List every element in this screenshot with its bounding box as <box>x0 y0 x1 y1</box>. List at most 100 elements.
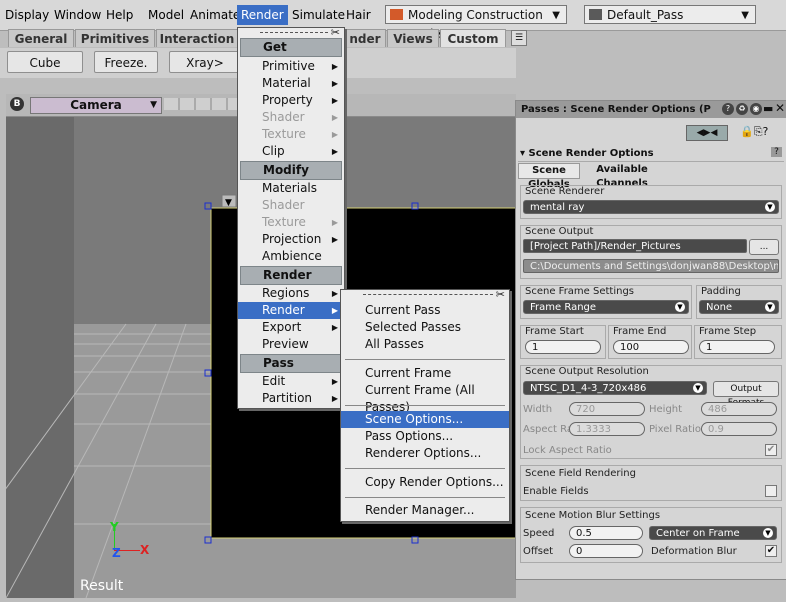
menu-window[interactable]: Window <box>54 8 101 22</box>
viewport-b-icon[interactable]: B <box>10 97 24 111</box>
tab-render[interactable]: nder <box>344 29 386 47</box>
width-input[interactable]: 720 <box>569 402 645 416</box>
scissors-icon[interactable]: ✂ <box>496 288 505 301</box>
pixel-ratio-input[interactable]: 0.9 <box>701 422 777 436</box>
chevron-down-icon: ▼ <box>765 202 775 212</box>
offset-label: Offset <box>523 546 554 557</box>
height-input[interactable]: 486 <box>701 402 777 416</box>
output-path-field[interactable]: [Project Path]/Render_Pictures <box>523 239 747 253</box>
group-frame-settings: Scene Frame Settings Frame Range ▼ <box>520 285 692 319</box>
menu-item-texture[interactable]: Texture ▶ <box>238 126 344 143</box>
speed-input[interactable]: 0.5 <box>569 526 643 540</box>
mode-combo[interactable]: Modeling Construction Mode ▼ <box>385 5 567 41</box>
menu-item-modify-shader[interactable]: Shader <box>238 197 344 214</box>
submenu-arrow-icon: ▶ <box>331 377 338 386</box>
tab-primitives[interactable]: Primitives <box>75 29 155 47</box>
menu-item-current-frame[interactable]: Current Frame <box>341 365 509 382</box>
scene-renderer-dropdown[interactable]: mental ray ▼ <box>523 200 779 214</box>
menu-item-label: Clip <box>262 144 285 158</box>
lock-aspect-checkbox[interactable]: ✔ <box>765 444 777 456</box>
menu-item-modify-texture[interactable]: Texture ▶ <box>238 214 344 231</box>
section-help-icon[interactable]: ? <box>771 147 782 157</box>
tab-available-channels[interactable]: Available Channels <box>582 163 662 189</box>
frame-start-label: Frame Start <box>525 326 584 337</box>
menu-item-label: Property <box>262 93 313 107</box>
menu-item-materials[interactable]: Materials <box>238 180 344 197</box>
submenu-arrow-icon: ▶ <box>331 306 338 315</box>
tab-custom[interactable]: Custom <box>440 29 506 47</box>
menu-animate[interactable]: Animate <box>190 8 240 22</box>
tab-options-icon[interactable]: ☰ <box>511 30 527 46</box>
menu-item-current-pass[interactable]: Current Pass <box>341 302 509 319</box>
menu-item-copy-render-options[interactable]: Copy Render Options... <box>341 474 509 491</box>
menu-item-property[interactable]: Property ▶ <box>238 92 344 109</box>
menu-item-renderer-options[interactable]: Renderer Options... <box>341 445 509 462</box>
group-frame-step: Frame Step 1 <box>694 325 782 359</box>
browse-button[interactable]: ... <box>749 239 779 255</box>
lock-icon[interactable]: ◉ <box>750 103 762 115</box>
render-submenu: ✂ Current Pass Selected Passes All Passe… <box>340 288 510 522</box>
axis-x-label: X <box>140 543 150 557</box>
freeze-button[interactable]: Freeze. <box>94 51 158 73</box>
recycle-icon[interactable]: ♻ <box>736 103 748 115</box>
menu-item-export[interactable]: Export ▶ <box>238 319 344 336</box>
frame-step-input[interactable]: 1 <box>699 340 775 354</box>
offset-input[interactable]: 0 <box>569 544 643 558</box>
menu-item-preview[interactable]: Preview <box>238 336 344 353</box>
section-header[interactable]: ▾ Scene Render Options ? <box>518 147 784 162</box>
menu-render[interactable]: Render <box>237 5 288 25</box>
frame-start-input[interactable]: 1 <box>525 340 601 354</box>
menu-item-partition[interactable]: Partition ▶ <box>238 390 344 407</box>
menu-header-render: Render <box>240 266 342 285</box>
close-icon[interactable]: ✕ <box>775 101 785 115</box>
tab-views[interactable]: Views <box>387 29 439 47</box>
menu-item-projection[interactable]: Projection ▶ <box>238 231 344 248</box>
tearoff-line[interactable] <box>260 32 328 33</box>
tab-general[interactable]: General <box>8 29 74 47</box>
output-formats-button[interactable]: Output Formats <box>713 381 779 408</box>
frame-end-input[interactable]: 100 <box>613 340 689 354</box>
padding-dropdown[interactable]: None ▼ <box>699 300 779 314</box>
frame-settings-dropdown[interactable]: Frame Range ▼ <box>523 300 689 314</box>
help-icon[interactable]: ? <box>722 103 734 115</box>
center-on-frame-dropdown[interactable]: Center on Frame ▼ <box>649 526 777 540</box>
menu-item-render-manager[interactable]: Render Manager... <box>341 502 509 519</box>
tearoff-line[interactable] <box>363 294 493 295</box>
aspect-ratio-input[interactable]: 1.3333 <box>569 422 645 436</box>
menu-simulate[interactable]: Simulate <box>292 8 345 22</box>
menu-item-label: Edit <box>262 374 286 388</box>
panel-nav-icons[interactable]: ◀▶◀ <box>686 125 728 141</box>
pass-combo[interactable]: Default_Pass ▼ <box>584 5 756 24</box>
menu-item-material[interactable]: Material ▶ <box>238 75 344 92</box>
menu-item-label: Regions <box>262 286 310 300</box>
tab-interaction[interactable]: Interaction <box>156 29 238 47</box>
menu-model[interactable]: Model <box>148 8 184 22</box>
menu-hair[interactable]: Hair <box>346 8 371 22</box>
resolution-dropdown[interactable]: NTSC_D1_4-3_720x486 ▼ <box>523 381 707 395</box>
menu-item-render[interactable]: Render ▶ <box>238 302 344 319</box>
menu-item-pass-options[interactable]: Pass Options... <box>341 428 509 445</box>
menu-item-current-frame-all[interactable]: Current Frame (All Passes) <box>341 382 509 414</box>
deformation-blur-checkbox[interactable]: ✔ <box>765 545 777 557</box>
menu-help[interactable]: Help <box>106 8 133 22</box>
menu-item-edit[interactable]: Edit ▶ <box>238 373 344 390</box>
chevron-down-icon: ▼ <box>741 10 749 21</box>
menu-item-all-passes[interactable]: All Passes <box>341 336 509 353</box>
tab-scene-globals[interactable]: Scene Globals <box>518 163 580 190</box>
menu-display[interactable]: Display <box>5 8 49 22</box>
menu-item-primitive[interactable]: Primitive ▶ <box>238 58 344 75</box>
svg-text:▼: ▼ <box>225 198 232 208</box>
minimize-icon[interactable]: ▬ <box>763 102 773 115</box>
menu-item-scene-options[interactable]: Scene Options... <box>341 411 509 428</box>
camera-selector[interactable]: Camera ▼ <box>30 97 162 114</box>
menu-item-selected-passes[interactable]: Selected Passes <box>341 319 509 336</box>
menu-item-ambience[interactable]: Ambience <box>238 248 344 265</box>
cube-button[interactable]: Cube <box>7 51 83 73</box>
xray-button[interactable]: Xray> <box>169 51 241 73</box>
viewport-view-buttons[interactable] <box>164 98 244 110</box>
panel-tool-icons[interactable]: 🔒⎘? <box>740 125 780 139</box>
menu-item-shader[interactable]: Shader ▶ <box>238 109 344 126</box>
menu-item-clip[interactable]: Clip ▶ <box>238 143 344 160</box>
enable-fields-checkbox[interactable] <box>765 485 777 497</box>
menu-item-regions[interactable]: Regions ▶ <box>238 285 344 302</box>
